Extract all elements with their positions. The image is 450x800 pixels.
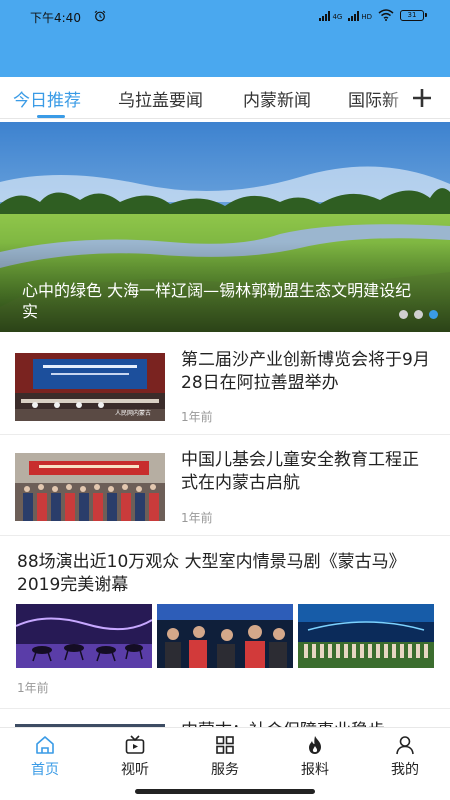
nav-report[interactable]: 报料 <box>280 734 350 779</box>
news-item[interactable]: 中国儿基会儿童安全教育工程正式在内蒙古启航 1年前 <box>0 436 450 536</box>
battery-icon: 31 <box>400 9 427 21</box>
carousel-dots <box>399 310 438 319</box>
status-time: 下午4:40 <box>30 11 81 25</box>
news-item[interactable]: 人民网内蒙古 第二届沙产业创新博览会将于9月28日在阿拉善盟举办 1年前 <box>0 336 450 435</box>
news-thumbnail <box>298 604 434 668</box>
nav-service[interactable]: 服务 <box>190 734 260 779</box>
signal-label: 4G <box>332 12 343 21</box>
fire-icon <box>309 736 321 754</box>
signal-label-2: HD <box>361 12 372 21</box>
tab-indicator <box>37 115 65 118</box>
news-thumbnail <box>157 604 293 668</box>
app-screen: 下午4:40 4G HD 31 今日推荐 乌拉盖要闻 内蒙新闻 国际新 心中的绿… <box>0 0 450 800</box>
news-title: 88场演出近10万观众 大型室内情景马剧《蒙古马》2019完美谢幕 <box>17 552 406 595</box>
news-time: 1年前 <box>181 511 213 525</box>
alarm-icon <box>94 10 106 22</box>
banner-caption: 心中的绿色 大海一样辽阔—锡林郭勒盟生态文明建设纪实 <box>22 281 412 321</box>
nav-label: 服务 <box>211 762 239 778</box>
banner-carousel[interactable]: 心中的绿色 大海一样辽阔—锡林郭勒盟生态文明建设纪实 <box>0 122 450 332</box>
header-bar: 下午4:40 4G HD 31 <box>0 0 450 77</box>
nav-media[interactable]: 视听 <box>100 734 170 779</box>
wifi-icon <box>378 9 394 21</box>
nav-profile[interactable]: 我的 <box>370 734 440 779</box>
signal-icon-2: HD <box>348 10 372 21</box>
tab-today[interactable]: 今日推荐 <box>13 86 81 111</box>
news-time: 1年前 <box>181 410 213 424</box>
news-item[interactable]: 88场演出近10万观众 大型室内情景马剧《蒙古马》2019完美谢幕 1年前 <box>0 537 450 709</box>
nav-label: 我的 <box>391 762 419 778</box>
tab-wulagai[interactable]: 乌拉盖要闻 <box>118 86 203 111</box>
nav-label: 视听 <box>121 762 149 778</box>
home-indicator[interactable] <box>135 789 315 794</box>
carousel-dot[interactable] <box>414 310 423 319</box>
home-icon <box>36 736 54 754</box>
category-tabs: 今日推荐 乌拉盖要闻 内蒙新闻 国际新 <box>0 77 450 119</box>
user-icon <box>396 736 414 755</box>
nav-label: 首页 <box>31 762 59 778</box>
thumbnail-watermark: 人民网内蒙古 <box>115 409 151 417</box>
news-thumbnail: 人民网内蒙古 <box>15 353 165 421</box>
tv-icon <box>125 735 145 754</box>
grid-icon <box>216 736 234 754</box>
nav-home[interactable]: 首页 <box>10 734 80 779</box>
carousel-dot-active[interactable] <box>429 310 438 319</box>
tab-neimeng[interactable]: 内蒙新闻 <box>243 86 311 111</box>
nav-label: 报料 <box>301 762 329 778</box>
carousel-dot[interactable] <box>399 310 408 319</box>
signal-icon: 4G <box>319 10 342 21</box>
news-time: 1年前 <box>17 681 49 695</box>
news-thumbnail <box>15 453 165 521</box>
news-title: 中国儿基会儿童安全教育工程正式在内蒙古启航 <box>181 450 419 493</box>
news-title: 第二届沙产业创新博览会将于9月28日在阿拉善盟举办 <box>181 350 430 393</box>
add-channel-icon[interactable] <box>410 86 434 110</box>
status-icons: 4G HD 31 <box>319 9 427 21</box>
news-thumbnail <box>16 604 152 668</box>
